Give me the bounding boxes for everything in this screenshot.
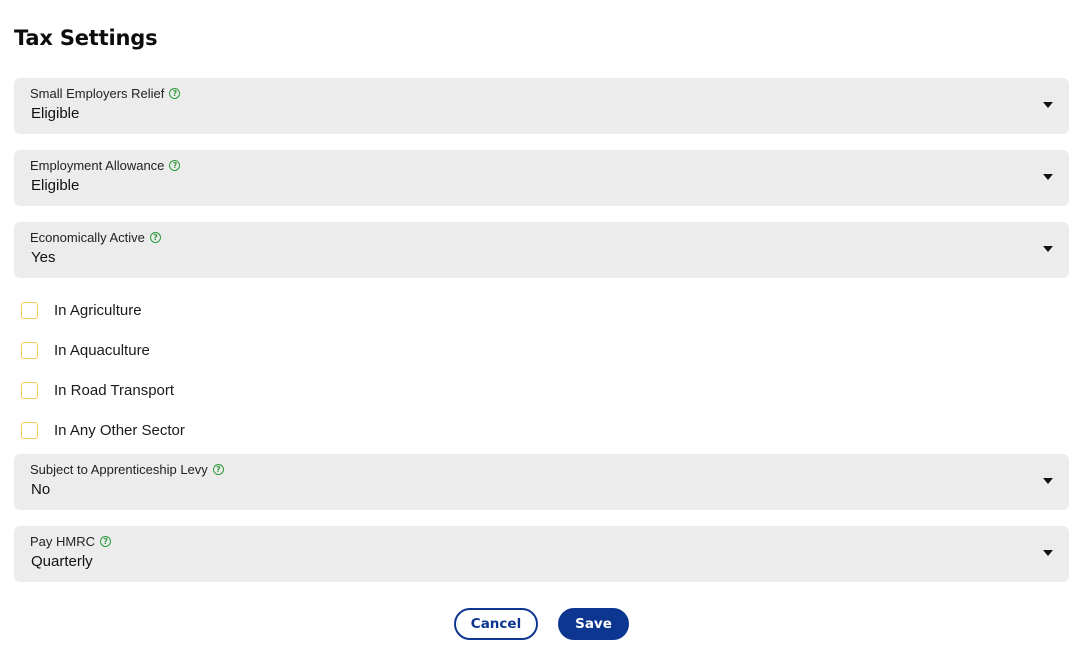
- apprenticeship-levy-value: No: [31, 481, 51, 498]
- checkbox-label: In Agriculture: [54, 301, 142, 319]
- employment-allowance-label: Employment Allowance: [30, 158, 165, 173]
- field-label-container: Small Employers Relief ?: [30, 86, 181, 101]
- checkbox-label: In Aquaculture: [54, 341, 150, 359]
- help-icon[interactable]: ?: [100, 536, 112, 547]
- field-label-container: Subject to Apprenticeship Levy ?: [30, 462, 224, 477]
- help-icon[interactable]: ?: [149, 232, 161, 243]
- checkbox-box[interactable]: [21, 301, 38, 319]
- pay-hmrc-select[interactable]: Pay HMRC ? Quarterly: [14, 526, 1069, 582]
- chevron-down-icon: [1043, 478, 1053, 484]
- small-employers-relief-value: Eligible: [31, 105, 80, 122]
- economically-active-label: Economically Active: [30, 230, 145, 245]
- pay-hmrc-value: Quarterly: [31, 553, 93, 570]
- employment-allowance-value: Eligible: [31, 177, 80, 194]
- apprenticeship-levy-label: Subject to Apprenticeship Levy: [30, 462, 208, 477]
- small-employers-relief-select[interactable]: Small Employers Relief ? Eligible: [14, 78, 1069, 134]
- chevron-down-icon: [1043, 174, 1053, 180]
- field-label-container: Pay HMRC ?: [30, 534, 112, 549]
- checkbox-box[interactable]: [21, 341, 38, 359]
- checkbox-in-any-other-sector[interactable]: In Any Other Sector: [21, 420, 185, 440]
- field-label-container: Economically Active ?: [30, 230, 161, 245]
- pay-hmrc-label: Pay HMRC: [30, 534, 96, 549]
- chevron-down-icon: [1043, 550, 1053, 556]
- checkbox-label: In Road Transport: [54, 381, 175, 399]
- employment-allowance-select[interactable]: Employment Allowance ? Eligible: [14, 150, 1069, 206]
- help-icon[interactable]: ?: [212, 464, 224, 475]
- chevron-down-icon: [1043, 102, 1053, 108]
- economically-active-select[interactable]: Economically Active ? Yes: [14, 222, 1069, 278]
- checkbox-in-agriculture[interactable]: In Agriculture: [21, 300, 142, 320]
- checkbox-in-road-transport[interactable]: In Road Transport: [21, 380, 174, 400]
- save-button[interactable]: Save: [558, 608, 629, 640]
- page-title: Tax Settings: [14, 26, 158, 50]
- checkbox-in-aquaculture[interactable]: In Aquaculture: [21, 340, 150, 360]
- apprenticeship-levy-select[interactable]: Subject to Apprenticeship Levy ? No: [14, 454, 1069, 510]
- checkbox-box[interactable]: [21, 381, 38, 399]
- field-label-container: Employment Allowance ?: [30, 158, 181, 173]
- chevron-down-icon: [1043, 246, 1053, 252]
- help-icon[interactable]: ?: [169, 160, 181, 171]
- cancel-button[interactable]: Cancel: [454, 608, 538, 640]
- small-employers-relief-label: Small Employers Relief: [30, 86, 165, 101]
- checkbox-label: In Any Other Sector: [54, 421, 185, 439]
- checkbox-box[interactable]: [21, 421, 38, 439]
- help-icon[interactable]: ?: [169, 88, 181, 99]
- economically-active-value: Yes: [31, 249, 56, 266]
